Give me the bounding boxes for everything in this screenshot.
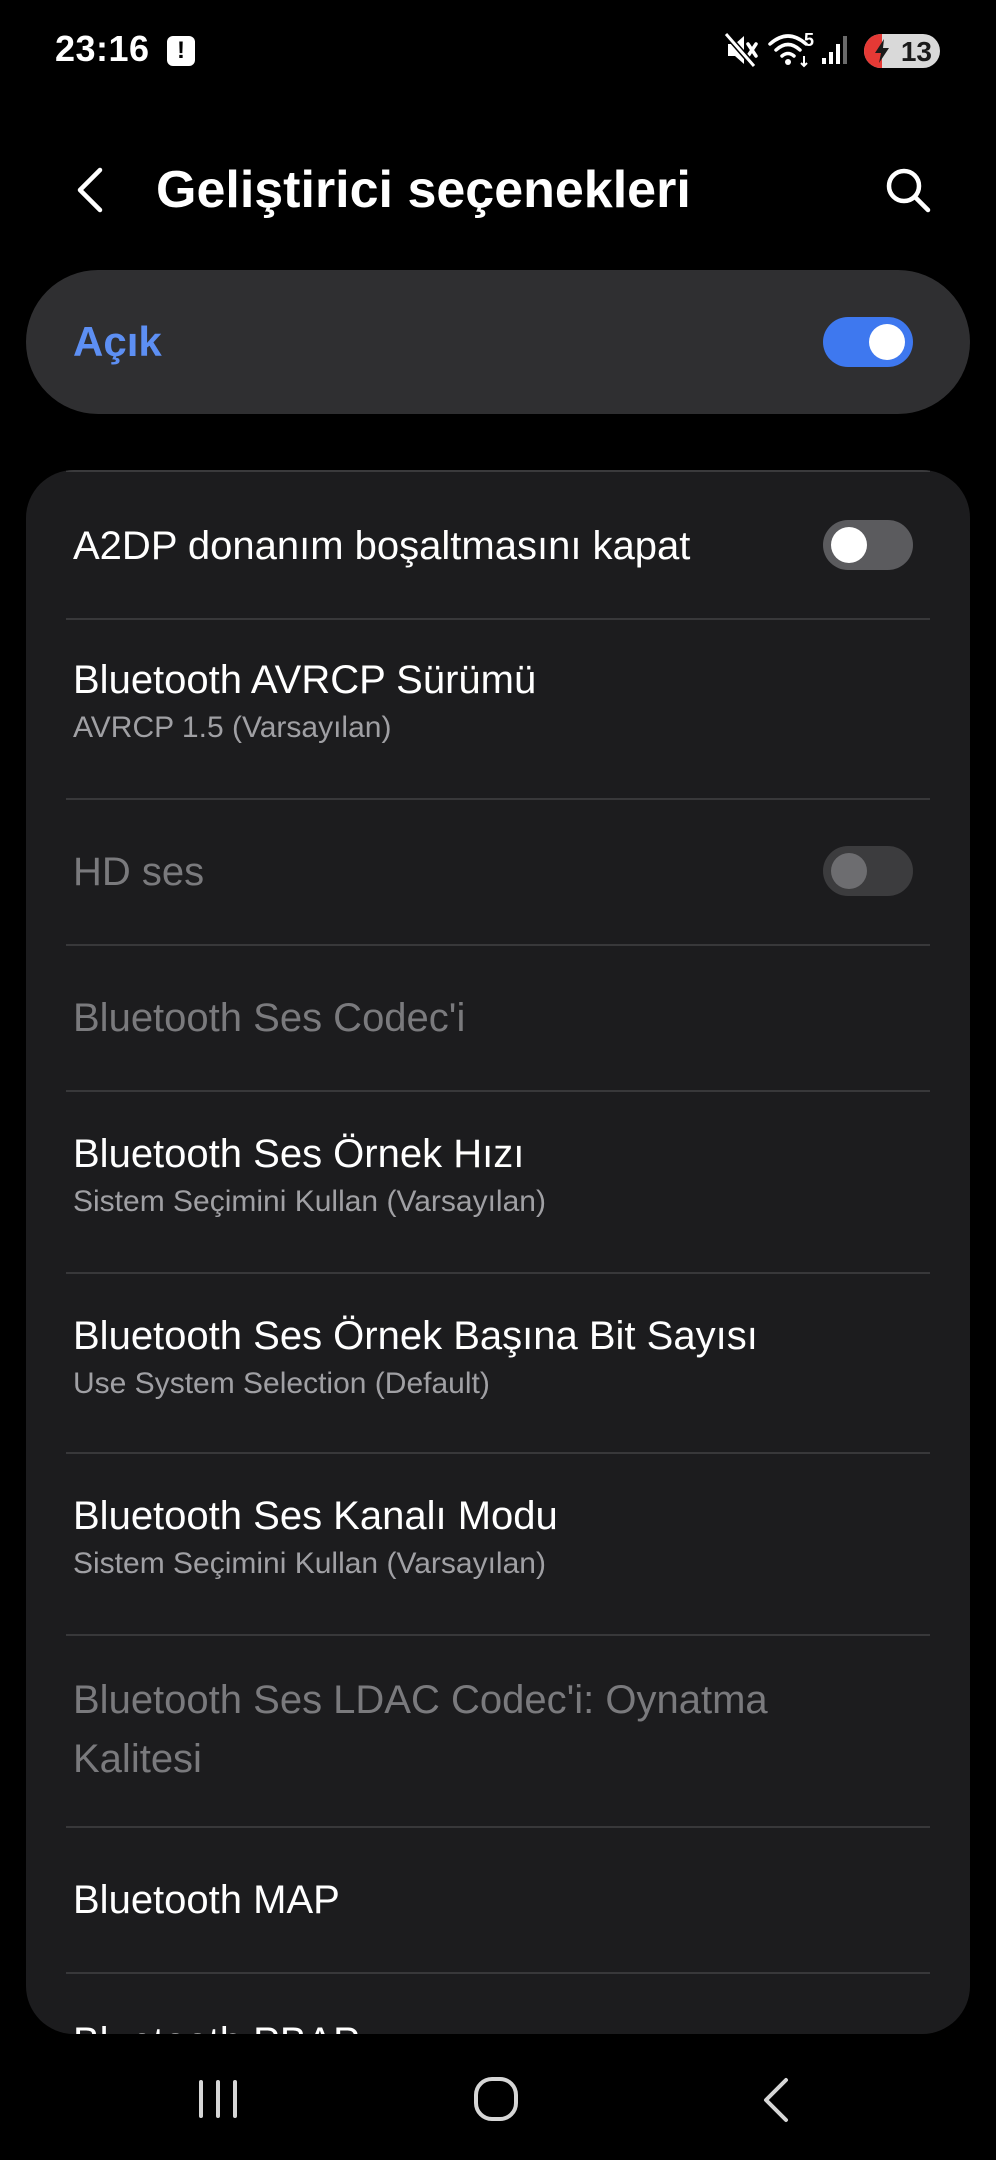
page-title: Geliştirici seçenekleri (156, 161, 691, 219)
master-switch-label: Açık (73, 318, 162, 365)
toggle-knob (831, 527, 867, 563)
setting-a2dp-offload[interactable]: A2DP donanım boşaltmasını kapat (26, 470, 970, 620)
home-button[interactable] (456, 2070, 536, 2130)
battery-icon: 13 (864, 34, 940, 68)
setting-sample-rate[interactable]: Bluetooth Ses Örnek Hızı Sistem Seçimini… (26, 1092, 970, 1274)
mute-icon (724, 32, 758, 68)
network-label: 5 (804, 30, 815, 50)
back-icon (764, 2078, 788, 2122)
search-icon (886, 168, 931, 213)
setting-subtitle: AVRCP 1.5 (Varsayılan) (73, 711, 392, 744)
setting-audio-codec[interactable]: Bluetooth Ses Codec'i (26, 946, 970, 1092)
setting-title-line2: Kalitesi (73, 1737, 202, 1781)
status-bar: 23:16 ! 5 13 (0, 0, 996, 104)
status-time: 23:16 (55, 28, 150, 69)
nav-back-button[interactable] (736, 2070, 816, 2130)
search-button[interactable] (876, 158, 940, 222)
setting-hd-audio[interactable]: HD ses (26, 800, 970, 946)
home-icon (474, 2077, 518, 2121)
battery-level: 13 (900, 36, 932, 67)
setting-bluetooth-pbap[interactable]: Bluetooth PBAP (26, 1974, 970, 2034)
setting-bluetooth-map[interactable]: Bluetooth MAP (26, 1828, 970, 1974)
toggle-knob (869, 324, 905, 360)
recents-button[interactable] (178, 2070, 258, 2130)
setting-ldac-quality[interactable]: Bluetooth Ses LDAC Codec'i: Oynatma Kali… (26, 1636, 970, 1828)
setting-subtitle: Use System Selection (Default) (73, 1367, 490, 1400)
developer-options-master-switch[interactable]: Açık (26, 270, 970, 414)
app-header: Geliştirici seçenekleri (0, 140, 996, 240)
signal-icon (822, 36, 847, 64)
alert-icon: ! (167, 36, 195, 66)
setting-title: Bluetooth MAP (73, 1878, 340, 1922)
settings-list: A2DP donanım boşaltmasını kapat Bluetoot… (26, 470, 970, 2034)
setting-bits-per-sample[interactable]: Bluetooth Ses Örnek Başına Bit Sayısı Us… (26, 1274, 970, 1454)
chevron-left-icon (77, 167, 103, 213)
status-icons: 5 13 (724, 30, 940, 74)
setting-title: Bluetooth Ses Kanalı Modu (73, 1494, 558, 1538)
charging-bolt-icon (875, 39, 889, 63)
a2dp-offload-toggle[interactable] (823, 520, 913, 570)
setting-avrcp-version[interactable]: Bluetooth AVRCP Sürümü AVRCP 1.5 (Varsay… (26, 620, 970, 800)
setting-subtitle: Sistem Seçimini Kullan (Varsayılan) (73, 1547, 546, 1580)
toggle-knob (831, 853, 867, 889)
setting-title-line1: Bluetooth Ses LDAC Codec'i: Oynatma (73, 1678, 768, 1722)
recents-icon (199, 2080, 237, 2118)
setting-title: HD ses (73, 850, 205, 894)
master-toggle[interactable] (823, 317, 913, 367)
back-button[interactable] (60, 158, 124, 222)
setting-title: Bluetooth Ses Codec'i (73, 996, 466, 1040)
navigation-bar (0, 2040, 996, 2160)
setting-title: Bluetooth PBAP (73, 2018, 360, 2034)
setting-subtitle: Sistem Seçimini Kullan (Varsayılan) (73, 1185, 546, 1218)
setting-title: Bluetooth Ses Örnek Hızı (73, 1132, 525, 1176)
hd-audio-toggle[interactable] (823, 846, 913, 896)
setting-channel-mode[interactable]: Bluetooth Ses Kanalı Modu Sistem Seçimin… (26, 1454, 970, 1636)
setting-title: Bluetooth Ses Örnek Başına Bit Sayısı (73, 1314, 758, 1358)
setting-title: A2DP donanım boşaltmasını kapat (73, 524, 691, 568)
setting-title: Bluetooth AVRCP Sürümü (73, 658, 537, 702)
